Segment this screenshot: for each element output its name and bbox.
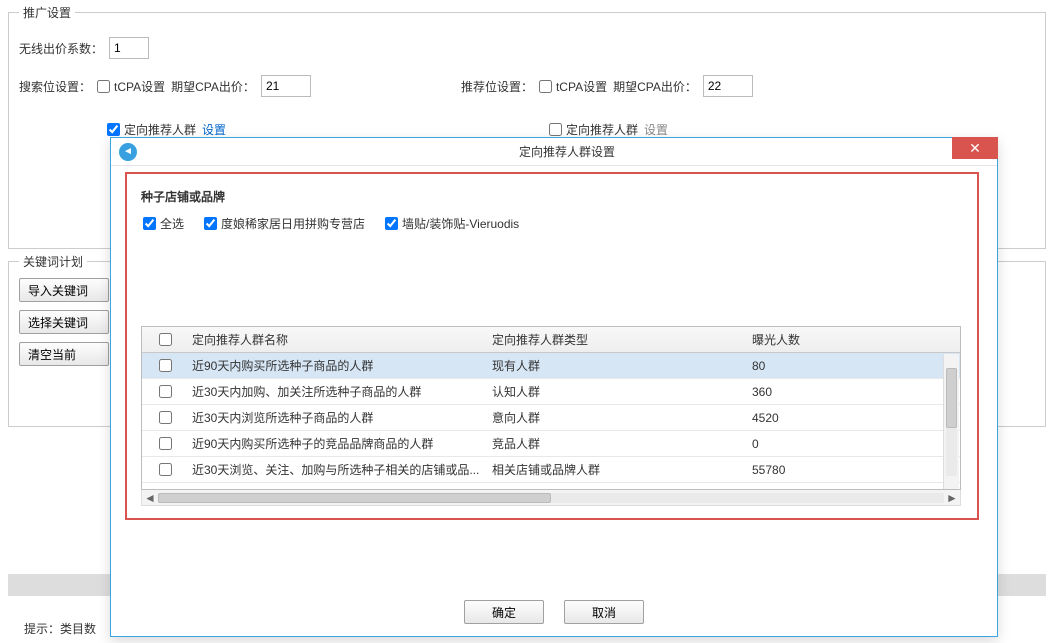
col-exposure[interactable]: 曝光人数 xyxy=(748,331,960,348)
col-name[interactable]: 定向推荐人群名称 xyxy=(188,331,488,348)
clear-current-button[interactable]: 清空当前 xyxy=(19,342,109,366)
row-exposure: 0 xyxy=(748,437,960,451)
row-type: 现有人群 xyxy=(488,357,748,374)
scroll-right-icon[interactable]: ► xyxy=(944,491,960,505)
row-type: 竞品人群 xyxy=(488,435,748,452)
rec-targeted-checkbox[interactable] xyxy=(549,123,562,136)
seed-item-0-label: 度娘稀家居日用拼购专营店 xyxy=(221,215,365,232)
rec-tcpa-checkbox[interactable] xyxy=(539,80,552,93)
seed-section-title: 种子店铺或品牌 xyxy=(141,188,967,205)
select-all-label: 全选 xyxy=(160,215,184,232)
table-row[interactable]: 近30天内加购、加关注所选种子商品的人群 认知人群 360 xyxy=(142,379,960,405)
audience-table: 定向推荐人群名称 定向推荐人群类型 曝光人数 近90天内购买所选种子商品的人群 … xyxy=(141,326,961,506)
search-targeted-label: 定向推荐人群 xyxy=(124,121,196,138)
search-pos-label: 搜索位设置： xyxy=(19,78,91,95)
wireless-bid-input[interactable] xyxy=(109,37,149,59)
table-header-checkbox[interactable] xyxy=(159,333,172,346)
search-targeted-set-link[interactable]: 设置 xyxy=(202,121,226,138)
table-header-row: 定向推荐人群名称 定向推荐人群类型 曝光人数 xyxy=(142,327,960,353)
seed-item-1-label: 墙贴/装饰贴-Vieruodis xyxy=(402,215,519,232)
select-keywords-button[interactable]: 选择关键词 xyxy=(19,310,109,334)
scroll-left-icon[interactable]: ◄ xyxy=(142,491,158,505)
search-tcpa-checkbox[interactable] xyxy=(97,80,110,93)
col-type[interactable]: 定向推荐人群类型 xyxy=(488,331,748,348)
rec-expected-cpa-input[interactable] xyxy=(703,75,753,97)
wireless-bid-label: 无线出价系数： xyxy=(19,40,103,57)
rec-targeted-label: 定向推荐人群 xyxy=(566,121,638,138)
search-targeted-checkbox[interactable] xyxy=(107,123,120,136)
row-name: 近90天内购买所选种子的竞品品牌商品的人群 xyxy=(188,435,488,452)
row-exposure: 4520 xyxy=(748,411,960,425)
ok-button[interactable]: 确定 xyxy=(464,600,544,624)
hint-text: 提示：类目数 xyxy=(24,620,96,637)
table-row[interactable]: 近30天浏览、关注、加购与所选种子相关的店铺或品... 相关店铺或品牌人群 55… xyxy=(142,457,960,483)
search-expected-cpa-input[interactable] xyxy=(261,75,311,97)
search-expected-cpa-label: 期望CPA出价： xyxy=(171,78,255,95)
rec-pos-label: 推荐位设置： xyxy=(461,78,533,95)
rec-tcpa-label: tCPA设置 xyxy=(556,78,607,95)
row-type: 相关店铺或品牌人群 xyxy=(488,461,748,478)
row-name: 近30天浏览、关注、加购与所选种子相关的店铺或品... xyxy=(188,461,488,478)
rec-expected-cpa-label: 期望CPA出价： xyxy=(613,78,697,95)
search-tcpa-label: tCPA设置 xyxy=(114,78,165,95)
table-row[interactable]: 近90天内购买所选种子的竞品品牌商品的人群 竞品人群 0 xyxy=(142,431,960,457)
row-checkbox[interactable] xyxy=(159,385,172,398)
table-row[interactable]: 近90天内购买所选种子商品的人群 现有人群 80 xyxy=(142,353,960,379)
back-icon[interactable]: ◄ xyxy=(119,143,137,161)
targeted-audience-dialog: ◄ 定向推荐人群设置 ✕ 种子店铺或品牌 全选 度娘稀家居日用拼购专营店 墙贴/… xyxy=(110,137,998,637)
vertical-scrollbar[interactable] xyxy=(943,354,959,490)
row-exposure: 80 xyxy=(748,359,960,373)
import-keywords-button[interactable]: 导入关键词 xyxy=(19,278,109,302)
row-type: 认知人群 xyxy=(488,383,748,400)
seed-item-1-checkbox[interactable] xyxy=(385,217,398,230)
row-checkbox[interactable] xyxy=(159,411,172,424)
table-row[interactable]: 近30天内浏览所选种子商品的人群 意向人群 4520 xyxy=(142,405,960,431)
row-checkbox[interactable] xyxy=(159,359,172,372)
row-checkbox[interactable] xyxy=(159,463,172,476)
seed-item-0-checkbox[interactable] xyxy=(204,217,217,230)
row-exposure: 360 xyxy=(748,385,960,399)
horizontal-scrollbar[interactable]: ◄ ► xyxy=(141,490,961,506)
row-type: 意向人群 xyxy=(488,409,748,426)
close-button[interactable]: ✕ xyxy=(952,137,998,159)
row-checkbox[interactable] xyxy=(159,437,172,450)
row-name: 近90天内购买所选种子商品的人群 xyxy=(188,357,488,374)
row-exposure: 55780 xyxy=(748,463,960,477)
row-name: 近30天内浏览所选种子商品的人群 xyxy=(188,409,488,426)
row-name: 近30天内加购、加关注所选种子商品的人群 xyxy=(188,383,488,400)
dialog-body: 种子店铺或品牌 全选 度娘稀家居日用拼购专营店 墙贴/装饰贴-Vieruodis… xyxy=(125,172,979,520)
rec-targeted-set-link: 设置 xyxy=(644,121,668,138)
cancel-button[interactable]: 取消 xyxy=(564,600,644,624)
select-all-checkbox[interactable] xyxy=(143,217,156,230)
keyword-legend: 关键词计划 xyxy=(19,253,87,270)
promo-legend: 推广设置 xyxy=(19,4,75,21)
dialog-title: 定向推荐人群设置 xyxy=(137,143,997,160)
